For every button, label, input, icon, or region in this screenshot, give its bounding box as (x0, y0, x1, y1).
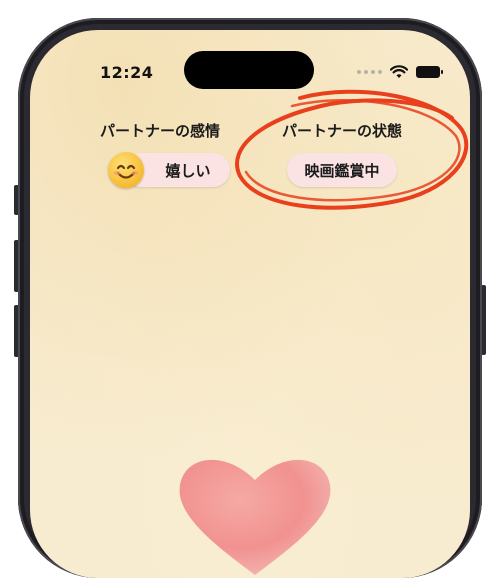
heart-icon[interactable] (175, 445, 335, 578)
status-icons (357, 63, 443, 81)
partner-state-value: 映画鑑賞中 (304, 161, 380, 180)
status-time: 12:24 (100, 63, 154, 82)
battery-icon (416, 66, 443, 78)
wifi-icon (390, 65, 408, 78)
partner-state-pill[interactable]: 映画鑑賞中 (287, 153, 397, 187)
partner-state-label: パートナーの状態 (282, 122, 403, 140)
dynamic-island (184, 51, 314, 89)
signal-dots-icon (357, 70, 382, 74)
partner-emotion-value: 嬉しい (165, 161, 211, 180)
smiling-face-icon (108, 152, 144, 188)
phone-screen: 12:24 パートナーの感情 嬉しい パートナーの状態 映画鑑賞中 (30, 30, 470, 578)
partner-emotion-label: パートナーの感情 (100, 122, 221, 140)
